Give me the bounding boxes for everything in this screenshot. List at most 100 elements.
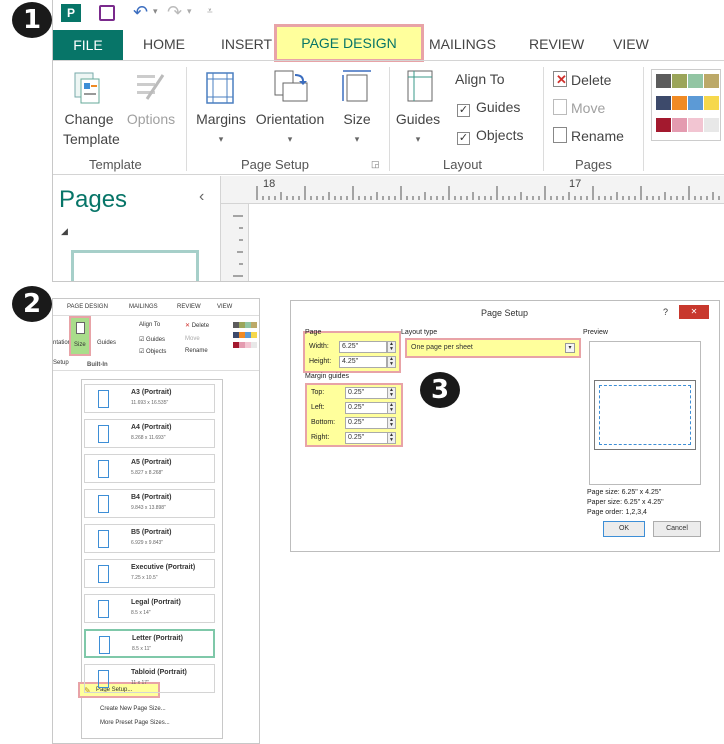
pages-pane-title: Pages bbox=[59, 186, 128, 213]
page-size-option[interactable]: Legal (Portrait) 8.5 x 14" bbox=[84, 594, 215, 623]
color-swatch[interactable] bbox=[704, 96, 719, 110]
tab-mailings[interactable]: MAILINGS bbox=[429, 36, 496, 52]
layout-dropdown-icon: ▾ bbox=[565, 343, 575, 353]
left-field[interactable]: 0.25" bbox=[345, 402, 393, 414]
height-spinner[interactable]: ▲ ▼ bbox=[387, 356, 396, 368]
mini-tab-page-design[interactable]: PAGE DESIGN bbox=[67, 304, 108, 310]
tab-file[interactable]: FILE bbox=[53, 30, 123, 60]
preview-box bbox=[589, 341, 701, 485]
color-swatch[interactable] bbox=[704, 74, 719, 88]
collapse-pane-icon[interactable]: ‹ bbox=[199, 188, 204, 206]
mini-objects-check-label: Objects bbox=[146, 349, 167, 355]
close-button[interactable]: ✕ bbox=[679, 305, 709, 319]
mini-tab-view[interactable]: VIEW bbox=[217, 304, 232, 310]
page-size-icon bbox=[98, 600, 109, 618]
page-section-label: Page bbox=[305, 329, 322, 336]
top-field[interactable]: 0.25" bbox=[345, 387, 393, 399]
pages-group-label: Pages bbox=[575, 157, 612, 172]
redo-dropdown-icon[interactable]: ▾ bbox=[187, 6, 192, 17]
width-field[interactable]: 6.25" bbox=[339, 341, 387, 353]
cancel-button[interactable]: Cancel bbox=[653, 521, 701, 537]
mini-tab-mailings[interactable]: MAILINGS bbox=[129, 304, 158, 310]
color-swatch[interactable] bbox=[704, 118, 719, 132]
color-swatch[interactable] bbox=[672, 74, 687, 88]
page-size-option[interactable]: A5 (Portrait) 5.827 x 8.268" bbox=[84, 454, 215, 483]
page-size-option[interactable]: Letter (Portrait) 8.5 x 11" bbox=[84, 629, 215, 658]
page-size-option[interactable]: A4 (Portrait) 8.268 x 11.693" bbox=[84, 419, 215, 448]
mini-guides-label[interactable]: Guides bbox=[97, 340, 116, 346]
delete-page-button[interactable]: ✕ Delete bbox=[553, 69, 611, 90]
page-size-dimensions: 6.929 x 9.843" bbox=[131, 540, 164, 546]
right-label: Right: bbox=[311, 434, 330, 441]
options-button[interactable]: Options bbox=[123, 109, 179, 129]
mini-size-button[interactable]: Size bbox=[69, 316, 91, 356]
layout-type-select[interactable]: One page per sheet ▾ bbox=[405, 338, 581, 358]
page-size-dimensions: 8.268 x 11.693" bbox=[131, 435, 166, 441]
guides-checkbox-icon: ✓ bbox=[457, 104, 470, 117]
horizontal-ruler: 18 17 bbox=[221, 176, 724, 204]
section-expand-icon[interactable]: ◢ bbox=[61, 226, 68, 237]
page-setup-launcher-icon[interactable]: ◲ bbox=[371, 159, 380, 170]
margins-button[interactable]: Margins ▾ bbox=[193, 109, 249, 149]
color-swatch[interactable] bbox=[656, 74, 671, 88]
help-button[interactable]: ? bbox=[663, 307, 668, 317]
save-icon[interactable] bbox=[99, 5, 115, 21]
orientation-button[interactable]: Orientation ▾ bbox=[251, 109, 329, 149]
guides-checkbox[interactable]: ✓ Guides bbox=[457, 97, 520, 117]
vertical-ruler bbox=[221, 204, 249, 281]
page-size-dimensions: 9.843 x 13.898" bbox=[131, 505, 166, 511]
change-template-button[interactable]: Change Template bbox=[63, 109, 120, 149]
mini-objects-checkbox[interactable]: ☑ Objects bbox=[139, 348, 166, 355]
color-swatch[interactable] bbox=[656, 96, 671, 110]
page-thumbnail[interactable] bbox=[71, 250, 199, 281]
tab-page-design[interactable]: PAGE DESIGN bbox=[274, 24, 424, 62]
height-field[interactable]: 4.25" bbox=[339, 356, 387, 368]
tab-insert[interactable]: INSERT bbox=[221, 36, 272, 52]
mini-guides-checkbox[interactable]: ☑ Guides bbox=[139, 336, 165, 343]
mini-size-icon bbox=[76, 322, 85, 334]
mini-delete-button[interactable]: ✕ Delete bbox=[185, 322, 209, 329]
tab-review[interactable]: REVIEW bbox=[529, 36, 584, 52]
tab-home[interactable]: HOME bbox=[143, 36, 185, 52]
left-spinner[interactable]: ▲ ▼ bbox=[387, 402, 396, 414]
ok-button[interactable]: OK bbox=[603, 521, 645, 537]
mini-move-button[interactable]: Move bbox=[185, 336, 200, 342]
page-size-option[interactable]: Tabloid (Portrait) 11 x 17" bbox=[84, 664, 215, 693]
right-spinner[interactable]: ▲ ▼ bbox=[387, 432, 396, 444]
color-swatch[interactable] bbox=[672, 118, 687, 132]
bottom-field[interactable]: 0.25" bbox=[345, 417, 393, 429]
objects-checkbox[interactable]: ✓ Objects bbox=[457, 125, 523, 145]
color-scheme-gallery[interactable] bbox=[651, 69, 721, 141]
undo-dropdown-icon[interactable]: ▾ bbox=[153, 6, 158, 17]
guides-button[interactable]: Guides ▾ bbox=[393, 109, 443, 149]
color-swatch[interactable] bbox=[672, 96, 687, 110]
create-new-page-size[interactable]: Create New Page Size... bbox=[100, 706, 166, 712]
publisher-app-icon: P bbox=[61, 4, 81, 22]
mini-rename-button[interactable]: Rename bbox=[185, 348, 208, 354]
page-size-option[interactable]: Executive (Portrait) 7.25 x 10.5" bbox=[84, 559, 215, 588]
dialog-titlebar: Page Setup ? ✕ bbox=[291, 301, 721, 323]
page-size-option[interactable]: B5 (Portrait) 6.929 x 9.843" bbox=[84, 524, 215, 553]
move-page-button[interactable]: Move bbox=[553, 97, 605, 118]
page-size-option[interactable]: A3 (Portrait) 11.693 x 16.535" bbox=[84, 384, 215, 413]
bottom-spinner[interactable]: ▲ ▼ bbox=[387, 417, 396, 429]
undo-icon[interactable]: ↶ bbox=[133, 2, 148, 23]
tab-view[interactable]: VIEW bbox=[613, 36, 649, 52]
mini-tab-review[interactable]: REVIEW bbox=[177, 304, 201, 310]
color-swatch[interactable] bbox=[688, 96, 703, 110]
customize-qat-icon[interactable]: ⩡ bbox=[207, 6, 213, 17]
width-spinner[interactable]: ▲ ▼ bbox=[387, 341, 396, 353]
color-swatch[interactable] bbox=[688, 118, 703, 132]
guides-dropdown-icon: ▾ bbox=[415, 134, 421, 144]
rename-page-button[interactable]: Rename bbox=[553, 125, 624, 146]
right-field[interactable]: 0.25" bbox=[345, 432, 393, 444]
color-swatch[interactable] bbox=[688, 74, 703, 88]
color-swatch[interactable] bbox=[656, 118, 671, 132]
top-spinner[interactable]: ▲ ▼ bbox=[387, 387, 396, 399]
redo-icon[interactable]: ↷ bbox=[167, 2, 182, 23]
more-preset-sizes[interactable]: More Preset Page Sizes... bbox=[100, 720, 170, 726]
mini-swatches[interactable] bbox=[233, 322, 259, 352]
paper-size-info: Paper size: 6.25" x 4.25" bbox=[587, 499, 664, 506]
page-size-option[interactable]: B4 (Portrait) 9.843 x 13.898" bbox=[84, 489, 215, 518]
size-button[interactable]: Size ▾ bbox=[337, 109, 377, 149]
